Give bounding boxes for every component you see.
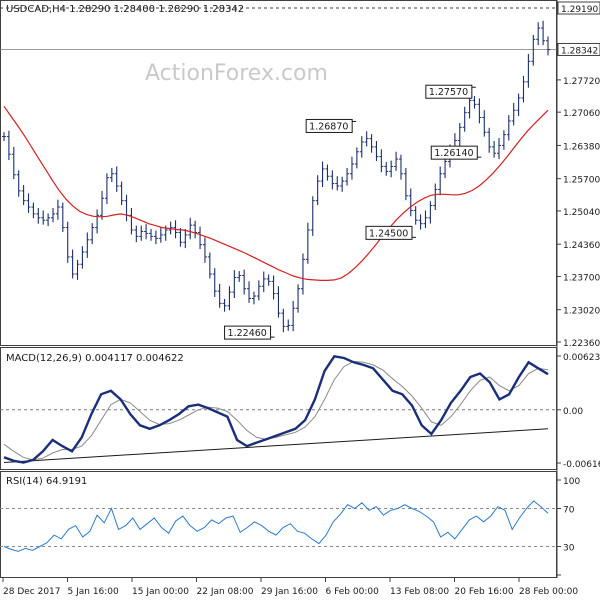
macd-layer bbox=[0, 354, 557, 464]
price-tick-label: 1.23020 bbox=[563, 307, 600, 317]
price-tick-label: 1.23700 bbox=[563, 273, 600, 283]
x-tick-label: 22 Jan 08:00 bbox=[197, 587, 254, 597]
current-price-label: 1.28342 bbox=[561, 46, 598, 56]
chart-canvas: ActionForex.com USDCAD,H4 1.28290 1.2840… bbox=[0, 0, 600, 597]
price-axis: 1.27720 1.27060 1.26380 1.25700 1.25040 1.243… bbox=[557, 1, 600, 349]
annotation-label: 1.26140 bbox=[434, 148, 473, 159]
macd-trendline bbox=[3, 428, 549, 463]
annotation-label: 1.26870 bbox=[309, 121, 348, 132]
price-tick-label: 1.27060 bbox=[563, 109, 600, 119]
price-tick-label: 1.25040 bbox=[563, 208, 600, 218]
macd-signal-line bbox=[3, 360, 549, 461]
macd-panel-title: MACD(12,26,9) 0.004117 0.004622 bbox=[6, 353, 184, 364]
x-tick-label: 28 Feb 00:00 bbox=[519, 587, 578, 597]
ma-layer bbox=[3, 105, 549, 281]
rsi-tick-label: 100 bbox=[563, 477, 580, 487]
rsi-panel-title: RSI(14) 64.9191 bbox=[6, 476, 87, 487]
rsi-tick-label: 70 bbox=[563, 506, 575, 516]
x-axis: 28 Dec 2017 5 Jan 16:00 15 Jan 00:00 22 Jan… bbox=[2, 578, 578, 597]
rsi-tick-label: 30 bbox=[563, 544, 575, 554]
x-tick-label: 5 Jan 16:00 bbox=[68, 587, 120, 597]
annotation-label: 1.22460 bbox=[228, 328, 267, 339]
macd-tick-label: -0.006163 bbox=[563, 460, 600, 470]
x-tick-label: 15 Jan 00:00 bbox=[132, 587, 189, 597]
x-tick-label: 6 Feb 00:00 bbox=[326, 587, 380, 597]
rsi-layer bbox=[0, 500, 557, 552]
annotation-label: 1.24500 bbox=[369, 228, 408, 239]
high-level-label: 1.29190 bbox=[561, 5, 598, 15]
macd-axis: 0.006232 0.00 -0.006163 bbox=[557, 353, 600, 470]
x-tick-label: 28 Dec 2017 bbox=[3, 587, 61, 597]
macd-tick-label: 0.006232 bbox=[563, 353, 600, 363]
price-tick-label: 1.26380 bbox=[563, 142, 600, 152]
moving-average-line bbox=[3, 105, 549, 281]
price-panel-title: USDCAD,H4 1.28290 1.28400 1.28290 1.2834… bbox=[6, 4, 244, 15]
price-tick-label: 1.24360 bbox=[563, 241, 600, 251]
watermark: ActionForex.com bbox=[145, 61, 328, 86]
price-tick-label: 1.27720 bbox=[563, 77, 600, 87]
macd-tick-label: 0.00 bbox=[563, 407, 583, 417]
price-tick-label: 1.22360 bbox=[563, 339, 600, 349]
chart-window: ActionForex.com USDCAD,H4 1.28290 1.2840… bbox=[0, 0, 600, 600]
x-tick-label: 20 Feb 16:00 bbox=[455, 587, 514, 597]
x-tick-label: 29 Jan 16:00 bbox=[261, 587, 318, 597]
rsi-panel-frame bbox=[0, 471, 557, 578]
price-annotations: 1.26870 1.27570 1.26140 1.24500 1.22460 bbox=[224, 84, 482, 340]
rsi-axis: 100 70 30 bbox=[557, 477, 580, 576]
price-tick-label: 1.25700 bbox=[563, 176, 600, 186]
x-tick-label: 13 Feb 08:00 bbox=[390, 587, 449, 597]
macd-panel-frame bbox=[0, 347, 557, 470]
annotation-label: 1.27570 bbox=[429, 87, 468, 98]
